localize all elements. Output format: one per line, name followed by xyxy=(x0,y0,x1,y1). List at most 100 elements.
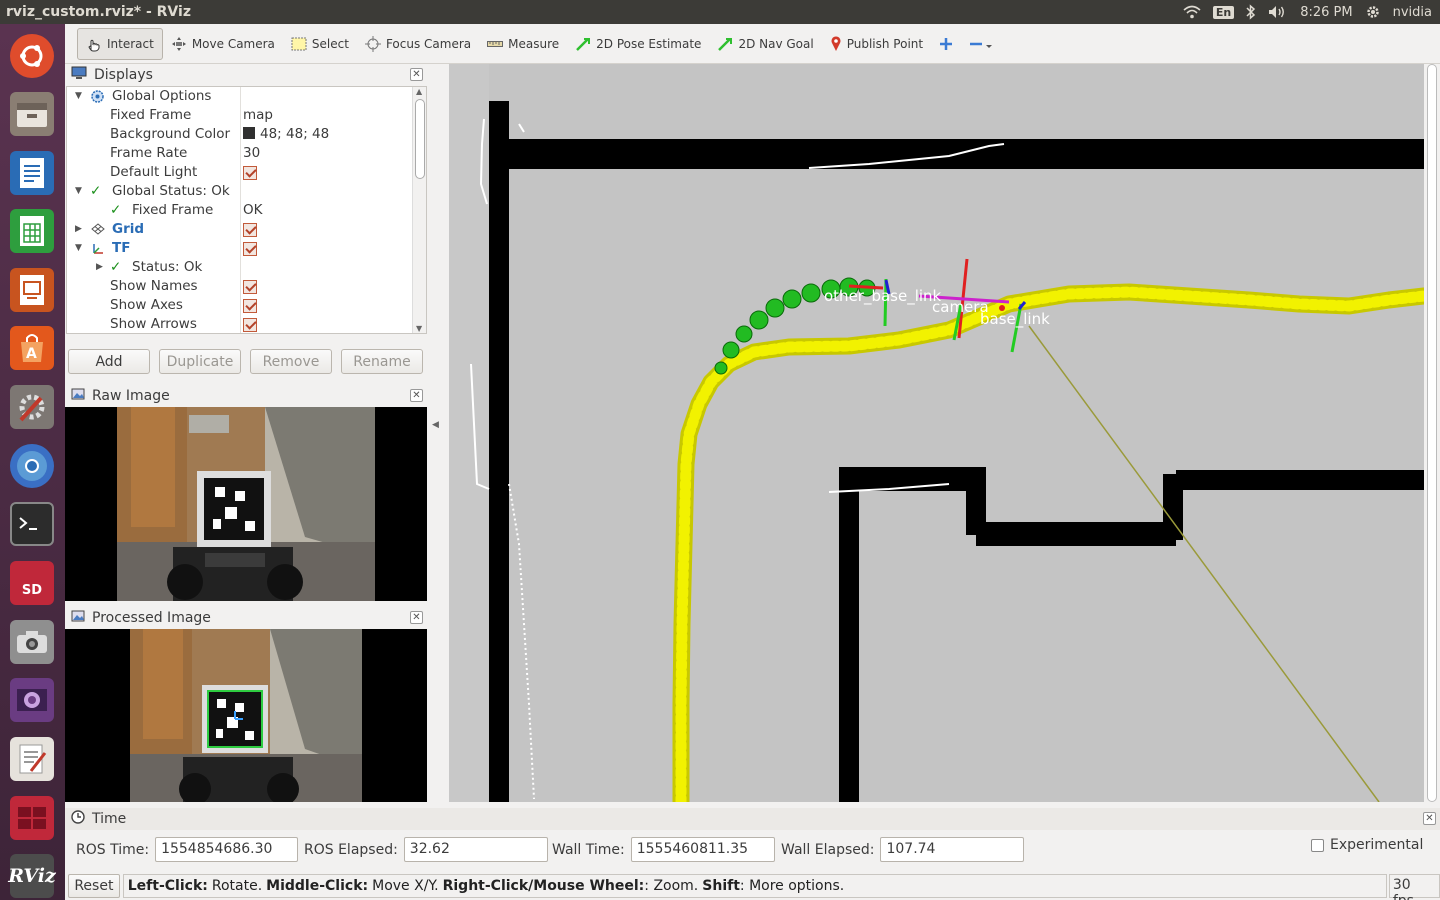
view-side-scrollbar[interactable] xyxy=(1426,64,1438,802)
files-icon xyxy=(10,92,54,136)
keyboard-layout-indicator[interactable]: En xyxy=(1212,5,1235,19)
tree-row-show-names[interactable]: Show Names xyxy=(67,277,412,296)
interact-tool-button[interactable]: Interact xyxy=(77,27,163,60)
remove-tool-button[interactable] xyxy=(961,28,1001,60)
tree-row-tf[interactable]: ▼ TF xyxy=(67,239,412,258)
wifi-icon[interactable] xyxy=(1183,5,1201,19)
tree-row-frame-rate[interactable]: Frame Rate 30 xyxy=(67,144,412,163)
scroll-down-icon[interactable]: ▼ xyxy=(416,324,422,333)
show-axes-checkbox[interactable] xyxy=(243,297,257,315)
presentation-icon xyxy=(10,268,54,312)
green-arrow-icon xyxy=(575,37,591,51)
close-icon[interactable]: ✕ xyxy=(410,611,423,624)
move-camera-tool-button[interactable]: Move Camera xyxy=(163,28,283,60)
collapse-arrow-icon[interactable]: ▶ xyxy=(96,262,103,272)
collapse-left-icon[interactable]: ◀ xyxy=(432,420,439,430)
focus-camera-tool-button[interactable]: Focus Camera xyxy=(357,28,479,60)
default-light-checkbox[interactable] xyxy=(243,164,257,182)
tree-row-global-status[interactable]: ▼ ✓ Global Status: Ok xyxy=(67,182,412,201)
add-tool-button[interactable] xyxy=(931,28,961,60)
launcher-terminal[interactable] xyxy=(6,498,58,550)
launcher-workspaces[interactable] xyxy=(6,792,58,844)
expand-arrow-icon[interactable]: ▼ xyxy=(75,243,82,253)
hint-left-click: Left-Click: xyxy=(127,878,208,894)
collapse-arrow-icon[interactable]: ▶ xyxy=(75,224,82,234)
hint-zoom: : Zoom. xyxy=(644,878,699,894)
expand-arrow-icon[interactable]: ▼ xyxy=(75,186,82,196)
remove-button[interactable]: Remove xyxy=(250,349,332,374)
measure-tool-button[interactable]: Measure xyxy=(479,28,567,60)
tree-row-default-light[interactable]: Default Light xyxy=(67,163,412,182)
ubuntu-dash-button[interactable] xyxy=(6,30,58,82)
scrollbar-thumb[interactable] xyxy=(1427,64,1437,802)
grid-enabled-checkbox[interactable] xyxy=(243,221,257,239)
publish-point-tool-button[interactable]: Publish Point xyxy=(822,28,931,60)
rename-button[interactable]: Rename xyxy=(341,349,423,374)
tree-row-grid[interactable]: ▶ Grid xyxy=(67,220,412,239)
show-names-checkbox[interactable] xyxy=(243,278,257,296)
raw-image-title: Raw Image xyxy=(92,388,170,404)
ros-time-input[interactable]: 1554854686.30 xyxy=(155,837,299,862)
launcher-camera[interactable] xyxy=(6,616,58,668)
terminal-icon xyxy=(10,502,54,546)
close-icon[interactable]: ✕ xyxy=(1423,812,1436,825)
scrollbar-thumb[interactable] xyxy=(415,99,425,179)
raw-image-view[interactable] xyxy=(65,407,427,601)
launcher-files[interactable] xyxy=(6,88,58,140)
tree-row-show-axes[interactable]: Show Axes xyxy=(67,296,412,315)
ros-elapsed-input[interactable]: 32.62 xyxy=(403,837,548,862)
show-arrows-checkbox[interactable] xyxy=(243,316,257,333)
tf-enabled-checkbox[interactable] xyxy=(243,240,257,258)
launcher-calc[interactable] xyxy=(6,205,58,257)
settings-globe-icon xyxy=(91,88,104,107)
tree-row-fixed-frame-status[interactable]: ✓ Fixed Frame OK xyxy=(67,201,412,220)
wall-elapsed-input[interactable]: 107.74 xyxy=(880,837,1025,862)
duplicate-button[interactable]: Duplicate xyxy=(159,349,241,374)
displays-tree[interactable]: ▼ Global Options Fixed Frame map Backgro… xyxy=(66,86,427,334)
experimental-checkbox[interactable] xyxy=(1311,838,1324,852)
user-name[interactable]: nvidia xyxy=(1393,5,1432,20)
launcher-impress[interactable] xyxy=(6,264,58,316)
displays-scrollbar[interactable]: ▲ ▼ xyxy=(412,87,426,333)
default-light-label: Default Light xyxy=(110,164,198,180)
experimental-field[interactable]: Experimental xyxy=(1311,837,1423,853)
close-icon[interactable]: ✕ xyxy=(410,389,423,402)
launcher-writer[interactable] xyxy=(6,147,58,199)
launcher-rviz[interactable]: RViz xyxy=(6,850,58,900)
background-color-text: 48; 48; 48 xyxy=(260,126,330,142)
launcher-chromium[interactable] xyxy=(6,440,58,492)
select-tool-button[interactable]: Select xyxy=(283,28,357,60)
fixed-frame-value[interactable]: map xyxy=(243,107,273,123)
ruler-icon xyxy=(487,40,504,48)
launcher-settings[interactable] xyxy=(6,381,58,433)
launcher-sd-card[interactable]: SD xyxy=(6,557,58,609)
expand-arrow-icon[interactable]: ▼ xyxy=(75,91,82,101)
time-title: Time xyxy=(92,811,127,827)
background-color-value[interactable]: 48; 48; 48 xyxy=(243,126,329,142)
close-icon[interactable]: ✕ xyxy=(410,68,423,81)
fixed-frame-label: Fixed Frame xyxy=(110,107,192,123)
processed-image-view[interactable] xyxy=(65,629,427,802)
ros-time-field: ROS Time: 1554854686.30 xyxy=(76,837,299,862)
tree-row-fixed-frame[interactable]: Fixed Frame map xyxy=(67,106,412,125)
nav-goal-tool-button[interactable]: 2D Nav Goal xyxy=(709,28,821,60)
frame-rate-value[interactable]: 30 xyxy=(243,145,260,161)
pose-estimate-tool-button[interactable]: 2D Pose Estimate xyxy=(567,28,709,60)
tree-row-tf-status[interactable]: ▶ ✓ Status: Ok xyxy=(67,258,412,277)
render-3d-view[interactable]: other_base_link camera base_link xyxy=(449,64,1424,802)
launcher-video[interactable] xyxy=(6,674,58,726)
add-button[interactable]: Add xyxy=(68,349,150,374)
launcher-software-center[interactable]: A xyxy=(6,322,58,374)
wall-time-input[interactable]: 1555460811.35 xyxy=(630,837,775,862)
launcher-text-editor[interactable] xyxy=(6,733,58,785)
bluetooth-icon[interactable] xyxy=(1246,4,1256,20)
scroll-up-icon[interactable]: ▲ xyxy=(416,87,422,96)
clock[interactable]: 8:26 PM xyxy=(1300,5,1352,20)
wall-time-label: Wall Time: xyxy=(552,841,625,858)
tree-row-background-color[interactable]: Background Color 48; 48; 48 xyxy=(67,125,412,144)
reset-button[interactable]: Reset xyxy=(68,874,120,898)
gear-icon[interactable] xyxy=(1365,4,1381,20)
volume-icon[interactable] xyxy=(1268,5,1288,19)
tree-row-show-arrows[interactable]: Show Arrows xyxy=(67,315,412,333)
tree-row-global-options[interactable]: ▼ Global Options xyxy=(67,87,412,106)
